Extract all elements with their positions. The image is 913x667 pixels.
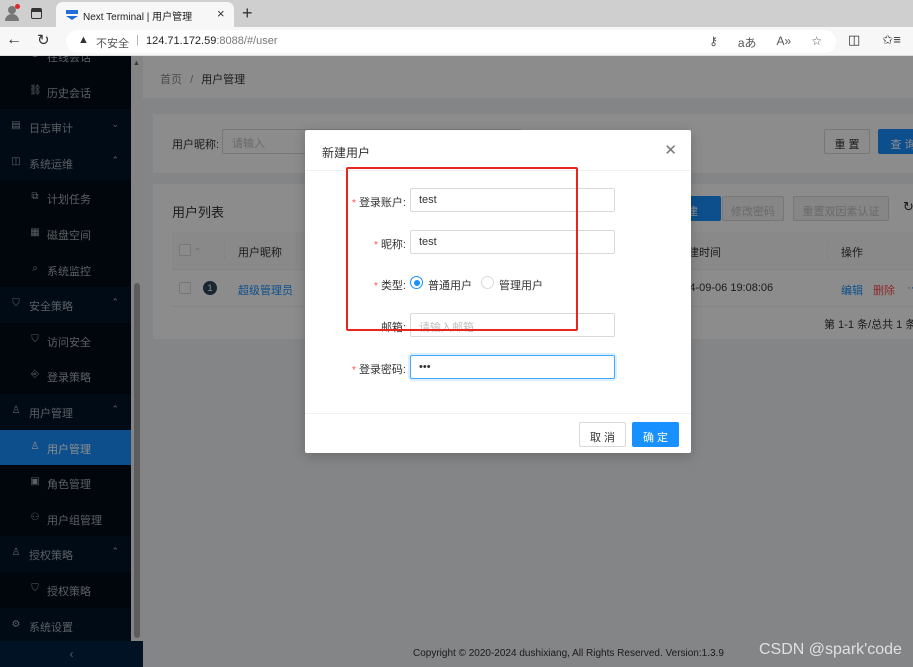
url-path: :8088/#/user <box>216 35 278 47</box>
username-input[interactable]: test <box>410 188 615 212</box>
translate-icon[interactable]: aあ <box>738 34 757 51</box>
radio-normal-user[interactable] <box>410 276 423 289</box>
password-input[interactable]: ••• <box>410 355 615 379</box>
browser-tab-bar: Next Terminal | 用户管理 × + <box>0 0 913 27</box>
tab-close-icon[interactable]: × <box>217 6 225 21</box>
email-input[interactable]: 请输入邮箱 <box>410 313 615 337</box>
modal-header: 新建用户 ✕ <box>305 130 691 171</box>
read-aloud-icon[interactable]: A» <box>777 34 792 51</box>
cancel-button[interactable]: 取 消 <box>579 422 626 447</box>
insecure-label[interactable]: 不安全 <box>96 35 129 51</box>
modal-title: 新建用户 <box>322 146 371 160</box>
username-label-text: 登录账户: <box>358 197 406 209</box>
next-terminal-favicon <box>66 10 78 20</box>
required-mark: * <box>374 240 378 251</box>
type-label: * 类型: <box>374 277 406 293</box>
radio-admin-user-label[interactable]: 管理用户 <box>499 277 543 293</box>
url-host: 124.71.172.59 <box>146 35 217 47</box>
close-icon[interactable]: ✕ <box>664 141 677 159</box>
ok-button[interactable]: 确 定 <box>632 422 679 447</box>
vertical-tabs-icon[interactable] <box>31 8 42 19</box>
key-icon[interactable]: ⚷ <box>709 34 718 51</box>
address-bar-row: ← ↻ ▲ 不安全 | 124.71.172.59:8088/#/user ⚷ … <box>0 27 913 56</box>
back-icon[interactable]: ← <box>6 31 22 49</box>
new-tab-button[interactable]: + <box>242 3 253 24</box>
tab-title: Next Terminal | 用户管理 <box>83 12 193 23</box>
profile-icon[interactable] <box>4 4 20 21</box>
password-label-text: 登录密码: <box>358 364 406 376</box>
email-row: 邮箱: 请输入邮箱 <box>305 313 691 338</box>
nickname-input[interactable]: test <box>410 230 615 254</box>
radio-normal-user-label[interactable]: 普通用户 <box>428 277 472 293</box>
new-user-modal: 新建用户 ✕ * 登录账户: test * 昵称: test * 类型: 普通用户 管… <box>305 130 691 453</box>
type-label-text: 类型: <box>380 280 406 292</box>
omnibox-actions: ⚷ aあ A» ☆ <box>709 34 822 51</box>
nickname-label-text: 昵称: <box>380 239 406 251</box>
csdn-watermark: CSDN @spark'code <box>759 641 902 658</box>
nickname-label: * 昵称: <box>374 236 406 252</box>
split-screen-icon[interactable]: ◫ <box>848 32 860 48</box>
modal-footer: 取 消 确 定 <box>305 413 691 453</box>
email-label: 邮箱: <box>380 322 406 334</box>
type-row: * 类型: 普通用户 管理用户 <box>305 271 691 296</box>
reload-icon[interactable]: ↻ <box>37 31 50 49</box>
url-text: 124.71.172.59:8088/#/user <box>146 35 278 47</box>
url-input[interactable]: ▲ 不安全 | 124.71.172.59:8088/#/user ⚷ aあ A… <box>66 30 836 53</box>
favorite-star-icon[interactable]: ☆ <box>811 34 822 51</box>
browser-tab-active[interactable]: Next Terminal | 用户管理 × <box>56 2 234 27</box>
browser-toolbar-icons: ◫ ✩≡ <box>848 32 901 48</box>
username-label: * 登录账户: <box>352 194 406 210</box>
username-row: * 登录账户: test <box>305 188 691 213</box>
favorites-icon[interactable]: ✩≡ <box>882 32 900 48</box>
nickname-row: * 昵称: test <box>305 230 691 255</box>
required-mark: * <box>374 281 378 292</box>
password-label: * 登录密码: <box>352 361 406 377</box>
password-row: * 登录密码: ••• <box>305 355 691 380</box>
required-mark: * <box>352 198 356 209</box>
warning-icon[interactable]: ▲ <box>78 34 89 46</box>
required-mark: * <box>352 365 356 376</box>
radio-admin-user[interactable] <box>481 276 494 289</box>
url-separator: | <box>136 34 139 46</box>
